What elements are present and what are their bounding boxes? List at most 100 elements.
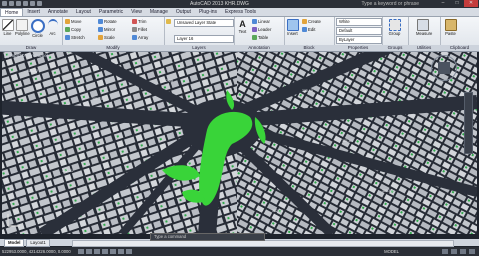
coordinates-readout: 522953.0000, 4214226.0000, 0.0000 — [2, 249, 71, 254]
color-dropdown[interactable]: White — [336, 18, 382, 26]
circle-button[interactable]: Circle — [31, 19, 45, 38]
tab-annotate[interactable]: Annotate — [44, 8, 72, 16]
horizontal-scrollbar[interactable] — [72, 240, 454, 247]
groups-panel-label[interactable]: Groups — [382, 45, 408, 51]
paste-button[interactable]: Paste — [444, 19, 457, 36]
title-bar: AutoCAD 2013 KHR.DWG Type a keyword or p… — [0, 0, 479, 8]
new-icon[interactable] — [9, 1, 14, 6]
map-drawing: 381-12 381-75 382-28 382-15 381-60 382-31 3… — [2, 52, 477, 234]
draw-panel-label[interactable]: Draw — [0, 45, 62, 51]
layers-panel-label[interactable]: Layers — [164, 45, 234, 51]
viewport-controls[interactable]: [-][Top][2D Wireframe] — [4, 53, 48, 58]
properties-panel: White Default ByLayer Properties — [334, 17, 383, 51]
block-panel-label[interactable]: Block — [284, 45, 334, 51]
group-icon — [388, 19, 401, 31]
mirror-button[interactable]: Mirror — [98, 26, 115, 33]
tab-plugins[interactable]: Plug-ins — [195, 8, 221, 16]
undo-icon[interactable] — [30, 1, 35, 6]
view-cube[interactable] — [431, 55, 457, 81]
drafting-toggles — [78, 249, 132, 254]
navigation-bar[interactable] — [464, 92, 473, 154]
layers-panel: Unsaved Layer State Layer 16 Layers — [164, 17, 235, 51]
drawing-canvas[interactable]: [-][Top][2D Wireframe] 381-12 381-75 382… — [2, 52, 477, 234]
draw-panel: Line Polyline Circle Arc Draw — [0, 17, 63, 51]
tab-home[interactable]: Home — [0, 8, 24, 16]
svg-text:382-31: 382-31 — [62, 169, 73, 173]
maximize-button[interactable]: □ — [450, 0, 464, 7]
polar-toggle[interactable] — [102, 249, 108, 254]
create-block-button[interactable]: Create — [302, 18, 321, 25]
layer-properties-button[interactable] — [166, 18, 171, 25]
redo-icon[interactable] — [37, 1, 42, 6]
fillet-button[interactable]: Fillet — [132, 26, 147, 33]
clipboard-panel-label[interactable]: Clipboard — [440, 45, 479, 51]
open-icon[interactable] — [16, 1, 21, 6]
help-search[interactable]: Type a keyword or phrase — [361, 1, 419, 7]
osnap-toggle[interactable] — [110, 249, 116, 254]
save-icon[interactable] — [23, 1, 28, 6]
polyline-icon — [15, 19, 28, 31]
view-cube-face[interactable] — [438, 62, 450, 74]
lock-icon[interactable] — [460, 249, 466, 254]
edit-block-icon — [302, 27, 307, 32]
lineweight-dropdown[interactable]: ByLayer — [336, 36, 382, 44]
stretch-button[interactable]: Stretch — [65, 34, 85, 41]
lineweight-toggle[interactable] — [126, 249, 132, 254]
workspace-icon[interactable] — [451, 249, 457, 254]
line-icon — [1, 19, 14, 31]
array-button[interactable]: Array — [132, 34, 148, 41]
app-menu-icon[interactable] — [2, 1, 7, 6]
edit-block-button[interactable]: Edit — [302, 26, 315, 33]
command-line[interactable]: Type a command — [150, 233, 265, 241]
clean-screen-icon[interactable] — [469, 249, 475, 254]
linear-dimension-button[interactable]: Linear — [252, 18, 270, 25]
line-button[interactable]: Line — [1, 19, 14, 36]
ucs-icon — [7, 214, 20, 227]
tab-layout[interactable]: Layout — [72, 8, 95, 16]
tab-manage[interactable]: Manage — [146, 8, 172, 16]
trim-button[interactable]: Trim — [132, 18, 146, 25]
tab-output[interactable]: Output — [172, 8, 195, 16]
group-button[interactable]: Group — [388, 19, 401, 36]
tab-model[interactable]: Model — [4, 238, 25, 247]
svg-text:381-81: 381-81 — [382, 189, 393, 193]
scale-icon — [98, 35, 103, 40]
insert-icon — [286, 19, 299, 31]
dimension-icon — [252, 19, 257, 24]
ortho-toggle[interactable] — [94, 249, 100, 254]
copy-button[interactable]: Copy — [65, 26, 81, 33]
scale-button[interactable]: Scale — [98, 34, 115, 41]
close-button[interactable]: ✕ — [464, 0, 478, 7]
text-button[interactable]: A Text — [236, 19, 249, 34]
table-button[interactable]: Table — [252, 34, 268, 41]
tab-layout1[interactable]: Layout1 — [26, 238, 50, 247]
move-icon — [65, 19, 70, 24]
tab-parametric[interactable]: Parametric — [95, 8, 127, 16]
grid-toggle[interactable] — [86, 249, 92, 254]
utilities-panel-label[interactable]: Utilities — [408, 45, 440, 51]
annotation-scale-icon[interactable] — [442, 249, 448, 254]
minimize-button[interactable]: – — [436, 0, 450, 7]
insert-block-button[interactable]: Insert — [286, 19, 299, 36]
annotation-panel: A Text Linear Leader Table Annotation — [234, 17, 285, 51]
model-space-label[interactable]: MODEL — [384, 249, 399, 254]
tab-express-tools[interactable]: Express Tools — [221, 8, 260, 16]
layer-state-dropdown[interactable]: Unsaved Layer State — [174, 19, 234, 27]
annotation-panel-label[interactable]: Annotation — [234, 45, 284, 51]
tab-insert[interactable]: Insert — [23, 8, 44, 16]
quick-access-toolbar — [2, 1, 42, 6]
polyline-button[interactable]: Polyline — [15, 19, 30, 36]
rotate-button[interactable]: Rotate — [98, 18, 117, 25]
otrack-toggle[interactable] — [118, 249, 124, 254]
tab-view[interactable]: View — [127, 8, 146, 16]
copy-icon — [65, 27, 70, 32]
arc-button[interactable]: Arc — [46, 19, 59, 36]
linetype-dropdown[interactable]: Default — [336, 27, 382, 35]
modify-panel-label[interactable]: Modify — [62, 45, 164, 51]
properties-panel-label[interactable]: Properties — [334, 45, 382, 51]
measure-button[interactable]: Measure — [416, 19, 432, 36]
snap-toggle[interactable] — [78, 249, 84, 254]
layer-dropdown[interactable]: Layer 16 — [174, 35, 234, 43]
move-button[interactable]: Move — [65, 18, 82, 25]
leader-button[interactable]: Leader — [252, 26, 271, 33]
